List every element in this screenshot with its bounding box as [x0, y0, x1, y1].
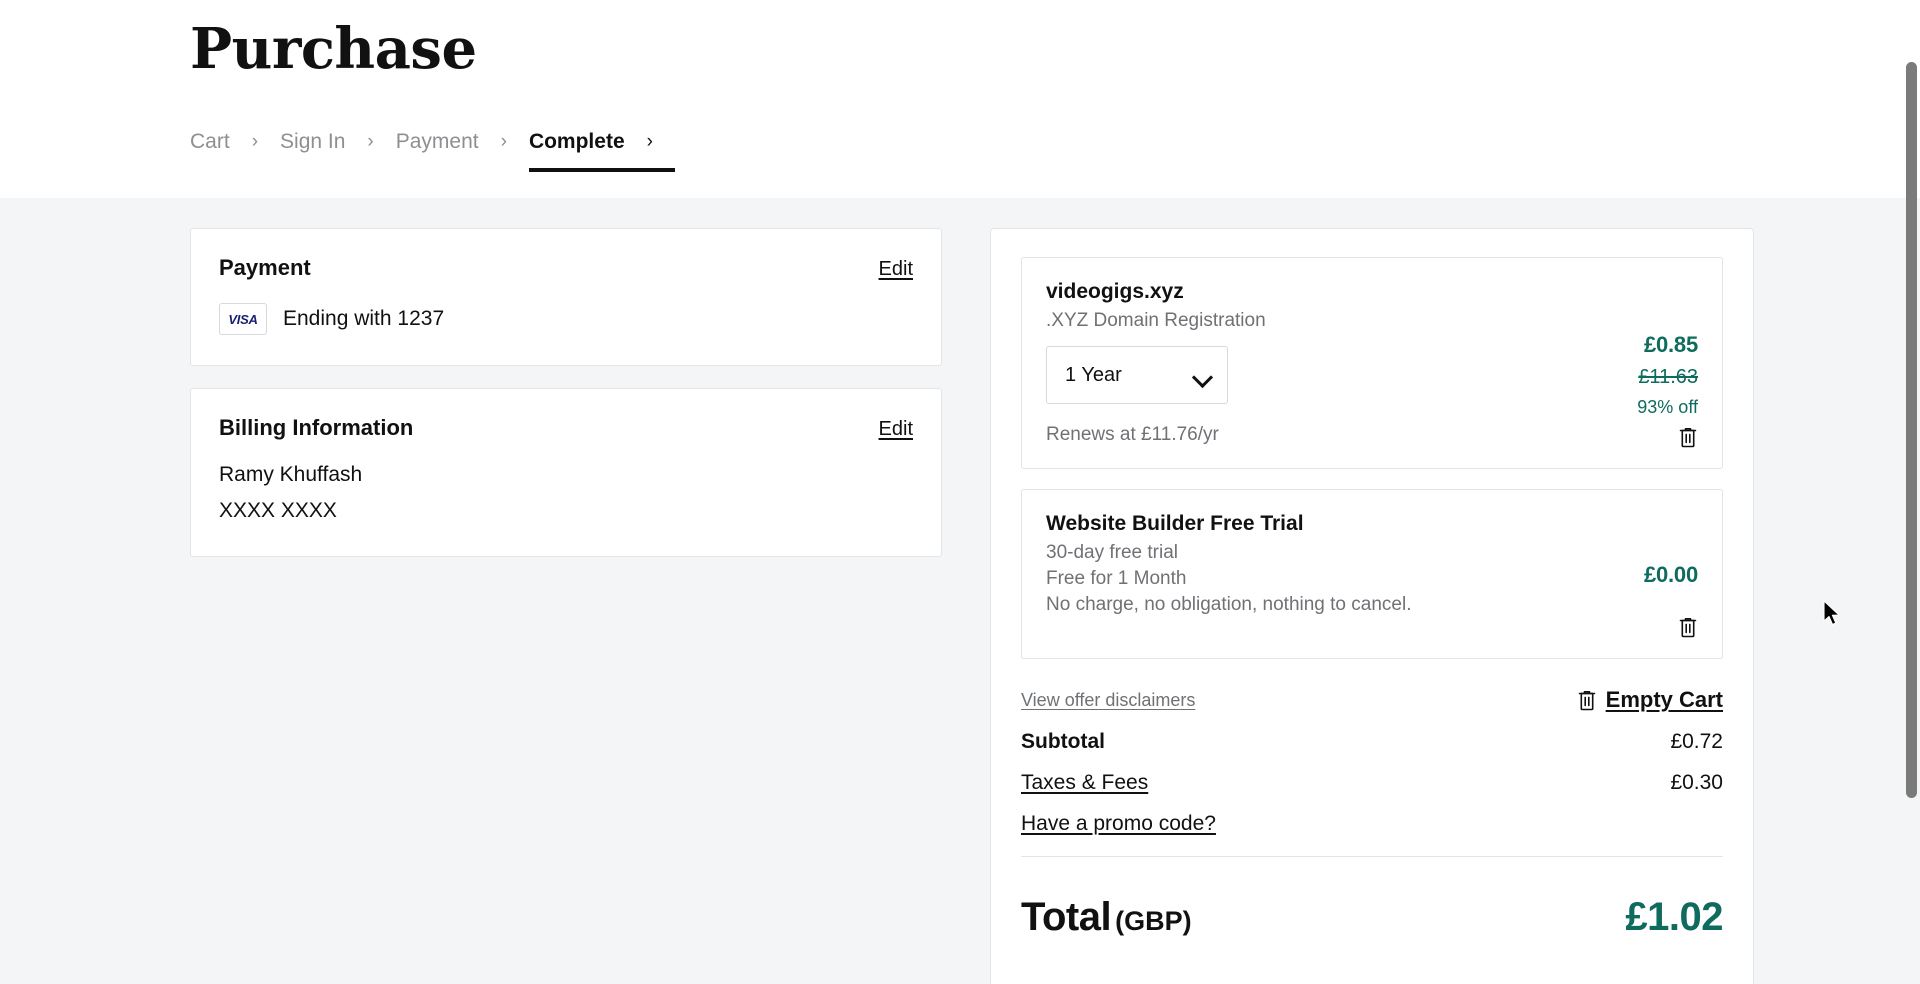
renewal-note: Renews at £11.76/yr: [1046, 424, 1219, 445]
payment-method-row: VISA Ending with 1237: [219, 303, 913, 335]
empty-cart-button[interactable]: Empty Cart: [1577, 687, 1723, 713]
breadcrumb-step-label: Sign In: [280, 129, 346, 153]
breadcrumb-step-label: Complete: [528, 129, 625, 153]
billing-name: Ramy Khuffash: [219, 463, 363, 486]
breadcrumb-step-label: Cart: [190, 129, 230, 153]
total-value: £1.02: [1625, 895, 1723, 939]
payment-summary-card: Payment Edit VISA Ending with 1237: [190, 228, 942, 366]
page-scrollbar[interactable]: [1903, 0, 1920, 984]
payment-card-number: Ending with 1237: [283, 307, 445, 330]
page-title: Purchase: [190, 16, 477, 82]
trash-icon[interactable]: [1678, 426, 1698, 448]
cart-item-pricing: £0.85 £11.63 93% off: [1568, 280, 1698, 448]
chevron-right-icon: ›: [251, 130, 259, 152]
billing-card-header: Billing Information Edit: [219, 415, 913, 441]
order-summary-panel: videogigs.xyz .XYZ Domain Registration 1…: [990, 228, 1754, 984]
cart-item-discount-badge: 93% off: [1637, 397, 1698, 417]
billing-address: XXXX XXXX: [219, 499, 337, 523]
billing-card-title: Billing Information: [219, 415, 414, 440]
cart-item-price: £0.85: [1643, 332, 1698, 357]
total-label-group: Total (GBP): [1021, 895, 1192, 940]
cart-item-body: videogigs.xyz .XYZ Domain Registration 1…: [1046, 280, 1698, 448]
cart-item-note: No charge, no obligation, nothing to can…: [1046, 594, 1412, 615]
subtotal-value: £0.72: [1670, 730, 1723, 753]
promo-code-link[interactable]: Have a promo code?: [1021, 812, 1216, 836]
scrollbar-thumb[interactable]: [1906, 62, 1917, 798]
cart-item-pricing: £0.00: [1568, 512, 1698, 638]
breadcrumb-step-payment[interactable]: Payment ›: [396, 110, 529, 172]
breadcrumb-step-sign-in[interactable]: Sign In ›: [280, 110, 396, 172]
taxes-row: Taxes & Fees £0.30: [1021, 771, 1723, 795]
chevron-right-icon: ›: [367, 130, 374, 152]
disclaimer-and-empty-row: View offer disclaimers Empty Cart: [1021, 687, 1723, 713]
cart-item-info: Website Builder Free Trial 30-day free t…: [1046, 512, 1568, 638]
domain-term-select[interactable]: 1 Year: [1046, 346, 1228, 404]
visa-icon: VISA: [219, 303, 267, 335]
breadcrumb-step-complete[interactable]: Complete ›: [528, 110, 675, 172]
page-header: Purchase Cart › Sign In › Payment › Comp…: [0, 0, 1920, 198]
cart-item-subtitle: .XYZ Domain Registration: [1046, 310, 1266, 331]
cart-item-original-price: £11.63: [1638, 366, 1698, 388]
billing-information-card: Billing Information Edit Ramy Khuffash X…: [190, 388, 942, 557]
subtotal-row: Subtotal £0.72: [1021, 730, 1723, 754]
view-offer-disclaimers-link[interactable]: View offer disclaimers: [1021, 690, 1195, 711]
cart-item-name: videogigs.xyz: [1046, 280, 1184, 303]
cart-item-body: Website Builder Free Trial 30-day free t…: [1046, 512, 1698, 638]
edit-billing-link[interactable]: Edit: [879, 418, 913, 441]
taxes-and-fees-link[interactable]: Taxes & Fees: [1021, 771, 1148, 795]
chevron-right-icon: ›: [646, 130, 653, 152]
cart-item-info: videogigs.xyz .XYZ Domain Registration 1…: [1046, 280, 1568, 448]
payment-card-title: Payment: [219, 255, 311, 280]
cart-item-term: Free for 1 Month: [1046, 568, 1187, 589]
cart-item-subtitle: 30-day free trial: [1046, 542, 1179, 563]
payment-card-header: Payment Edit: [219, 255, 913, 281]
cart-item-actions: [1588, 616, 1698, 638]
taxes-value: £0.30: [1670, 771, 1723, 794]
trash-icon[interactable]: [1678, 616, 1698, 638]
total-label: Total: [1021, 895, 1112, 939]
breadcrumb-step-label: Payment: [395, 129, 479, 153]
chevron-down-icon: [1194, 370, 1211, 380]
cart-item-domain: videogigs.xyz .XYZ Domain Registration 1…: [1021, 257, 1723, 469]
cart-item-website-builder: Website Builder Free Trial 30-day free t…: [1021, 489, 1723, 659]
total-currency: (GBP): [1115, 906, 1192, 936]
empty-cart-label: Empty Cart: [1605, 687, 1723, 712]
order-totals: View offer disclaimers Empty Cart Subtot…: [1021, 679, 1723, 940]
breadcrumb: Cart › Sign In › Payment › Complete ›: [190, 110, 675, 180]
trash-icon: [1578, 691, 1595, 711]
total-row: Total (GBP) £1.02: [1021, 857, 1723, 940]
chevron-right-icon: ›: [500, 130, 507, 152]
mouse-cursor: [1823, 600, 1840, 626]
cart-item-name: Website Builder Free Trial: [1046, 512, 1304, 535]
domain-term-value: 1 Year: [1065, 363, 1122, 386]
breadcrumb-step-cart[interactable]: Cart ›: [190, 110, 280, 172]
cart-item-actions: [1588, 426, 1698, 448]
checkout-details-column: Payment Edit VISA Ending with 1237 Billi…: [190, 228, 942, 579]
subtotal-label: Subtotal: [1021, 730, 1105, 753]
edit-payment-link[interactable]: Edit: [879, 258, 913, 281]
cart-item-price: £0.00: [1643, 562, 1698, 587]
